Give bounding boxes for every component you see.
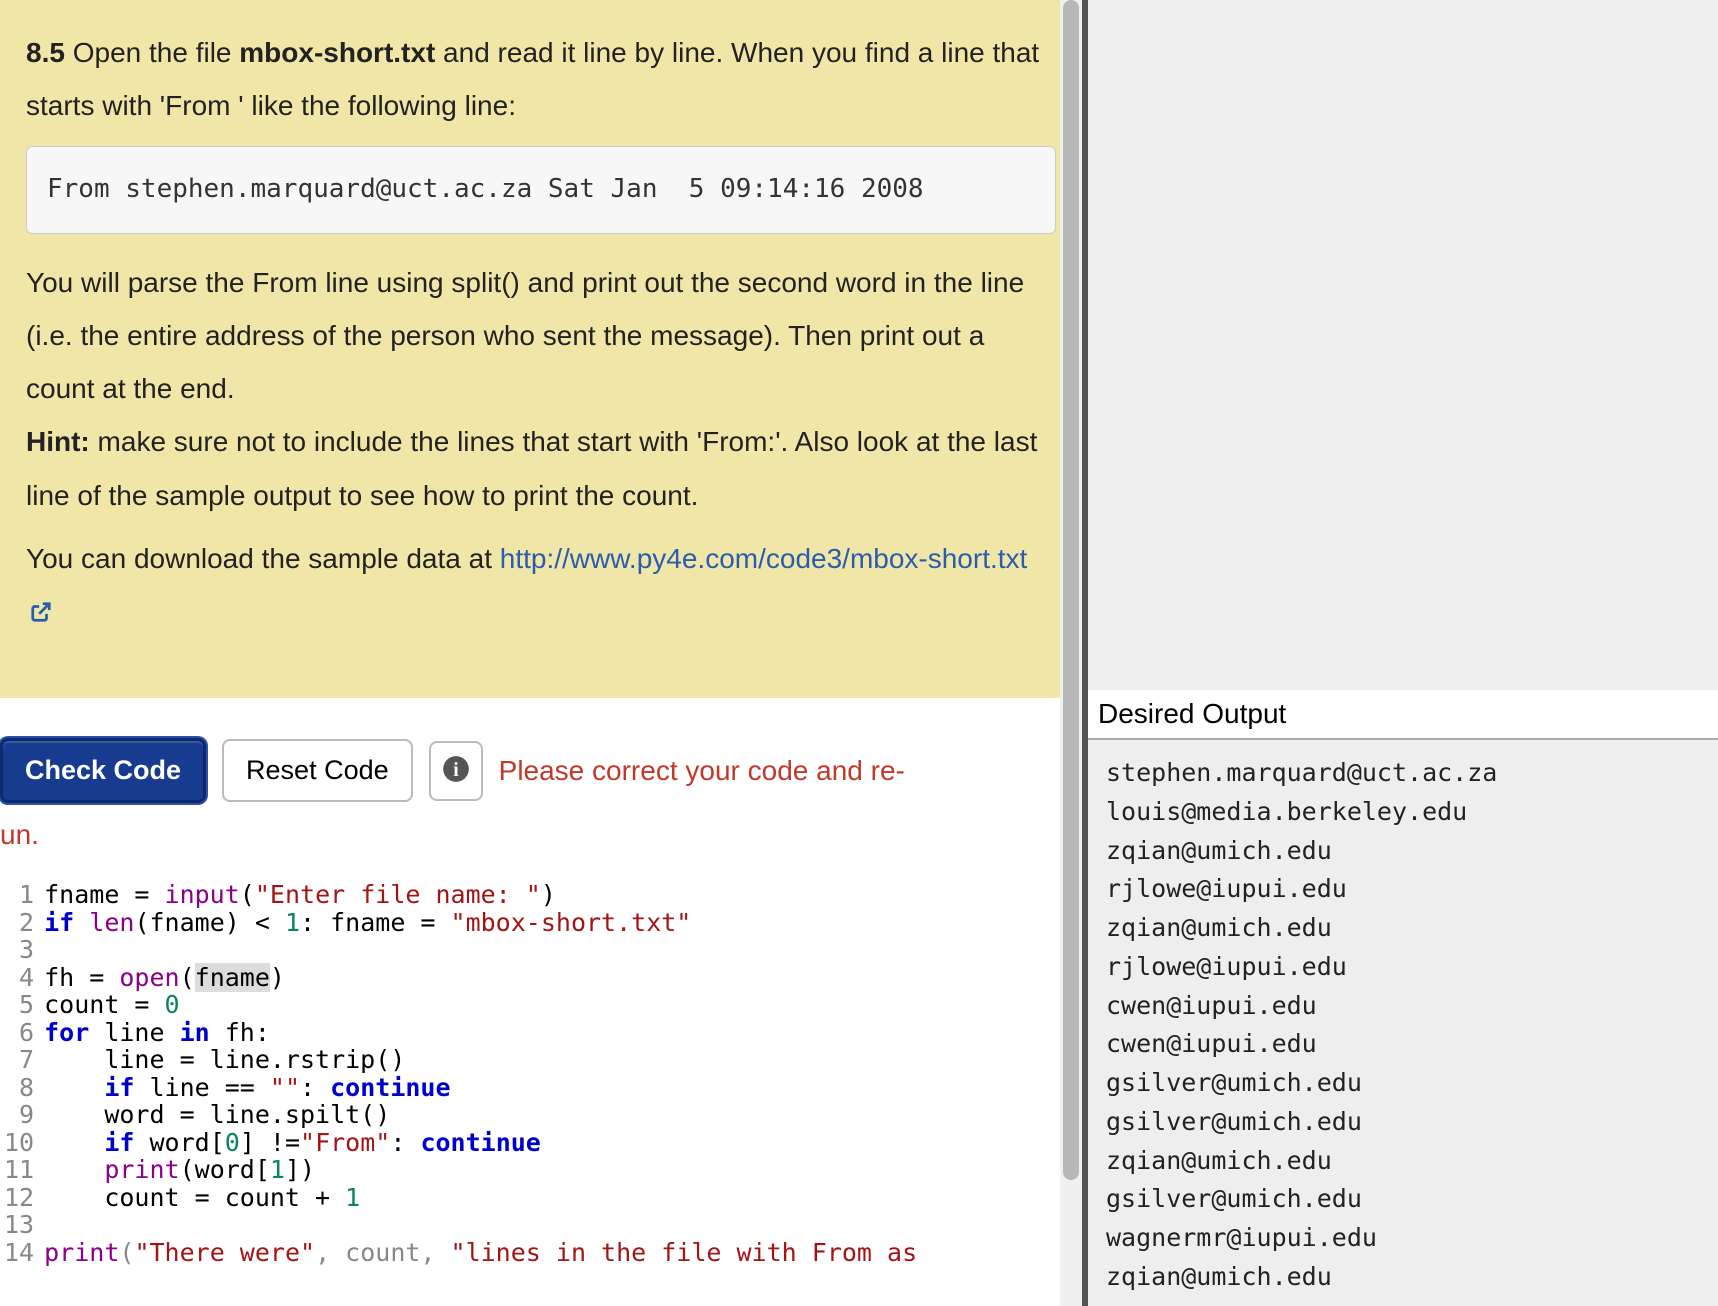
left-pane: 8.5 Open the file mbox-short.txt and rea… bbox=[0, 0, 1082, 1306]
reset-code-button[interactable]: Reset Code bbox=[222, 739, 413, 802]
desired-output-body: stephen.marquard@uct.ac.za louis@media.b… bbox=[1088, 740, 1718, 1306]
left-scrollbar[interactable] bbox=[1060, 0, 1082, 1306]
exercise-instructions: You will parse the From line using split… bbox=[26, 256, 1056, 416]
exercise-intro: 8.5 Open the file mbox-short.txt and rea… bbox=[26, 26, 1056, 132]
toolbar: Check Code Reset Code i Please correct y… bbox=[0, 698, 1082, 813]
hint-label: Hint: bbox=[26, 426, 90, 457]
exercise-hint: Hint: make sure not to include the lines… bbox=[26, 415, 1056, 521]
desired-output-header: Desired Output bbox=[1088, 690, 1718, 740]
info-button[interactable]: i bbox=[429, 741, 483, 801]
code-area[interactable]: fname = input("Enter file name: ") if le… bbox=[44, 881, 917, 1266]
sample-from-line: From stephen.marquard@uct.ac.za Sat Jan … bbox=[26, 146, 1056, 233]
exercise-filename: mbox-short.txt bbox=[239, 37, 435, 68]
code-editor[interactable]: 1 2 3 4 5 6 7 8 9 10 11 12 13 14 fname =… bbox=[0, 881, 1082, 1266]
scrollbar-thumb[interactable] bbox=[1063, 0, 1079, 1180]
right-pane: Desired Output stephen.marquard@uct.ac.z… bbox=[1082, 0, 1718, 1306]
svg-text:i: i bbox=[453, 759, 459, 781]
exercise-description: 8.5 Open the file mbox-short.txt and rea… bbox=[0, 0, 1082, 698]
your-output-area bbox=[1088, 0, 1718, 690]
exercise-number: 8.5 bbox=[26, 37, 65, 68]
hint-text: make sure not to include the lines that … bbox=[26, 426, 1037, 510]
check-code-button[interactable]: Check Code bbox=[0, 738, 206, 803]
download-line: You can download the sample data at http… bbox=[26, 532, 1056, 638]
line-number-gutter: 1 2 3 4 5 6 7 8 9 10 11 12 13 14 bbox=[0, 881, 44, 1266]
external-link-icon bbox=[30, 587, 52, 609]
info-icon: i bbox=[442, 755, 470, 786]
error-message: Please correct your code and re- bbox=[499, 755, 905, 787]
error-message-cont: un. bbox=[0, 819, 1082, 851]
